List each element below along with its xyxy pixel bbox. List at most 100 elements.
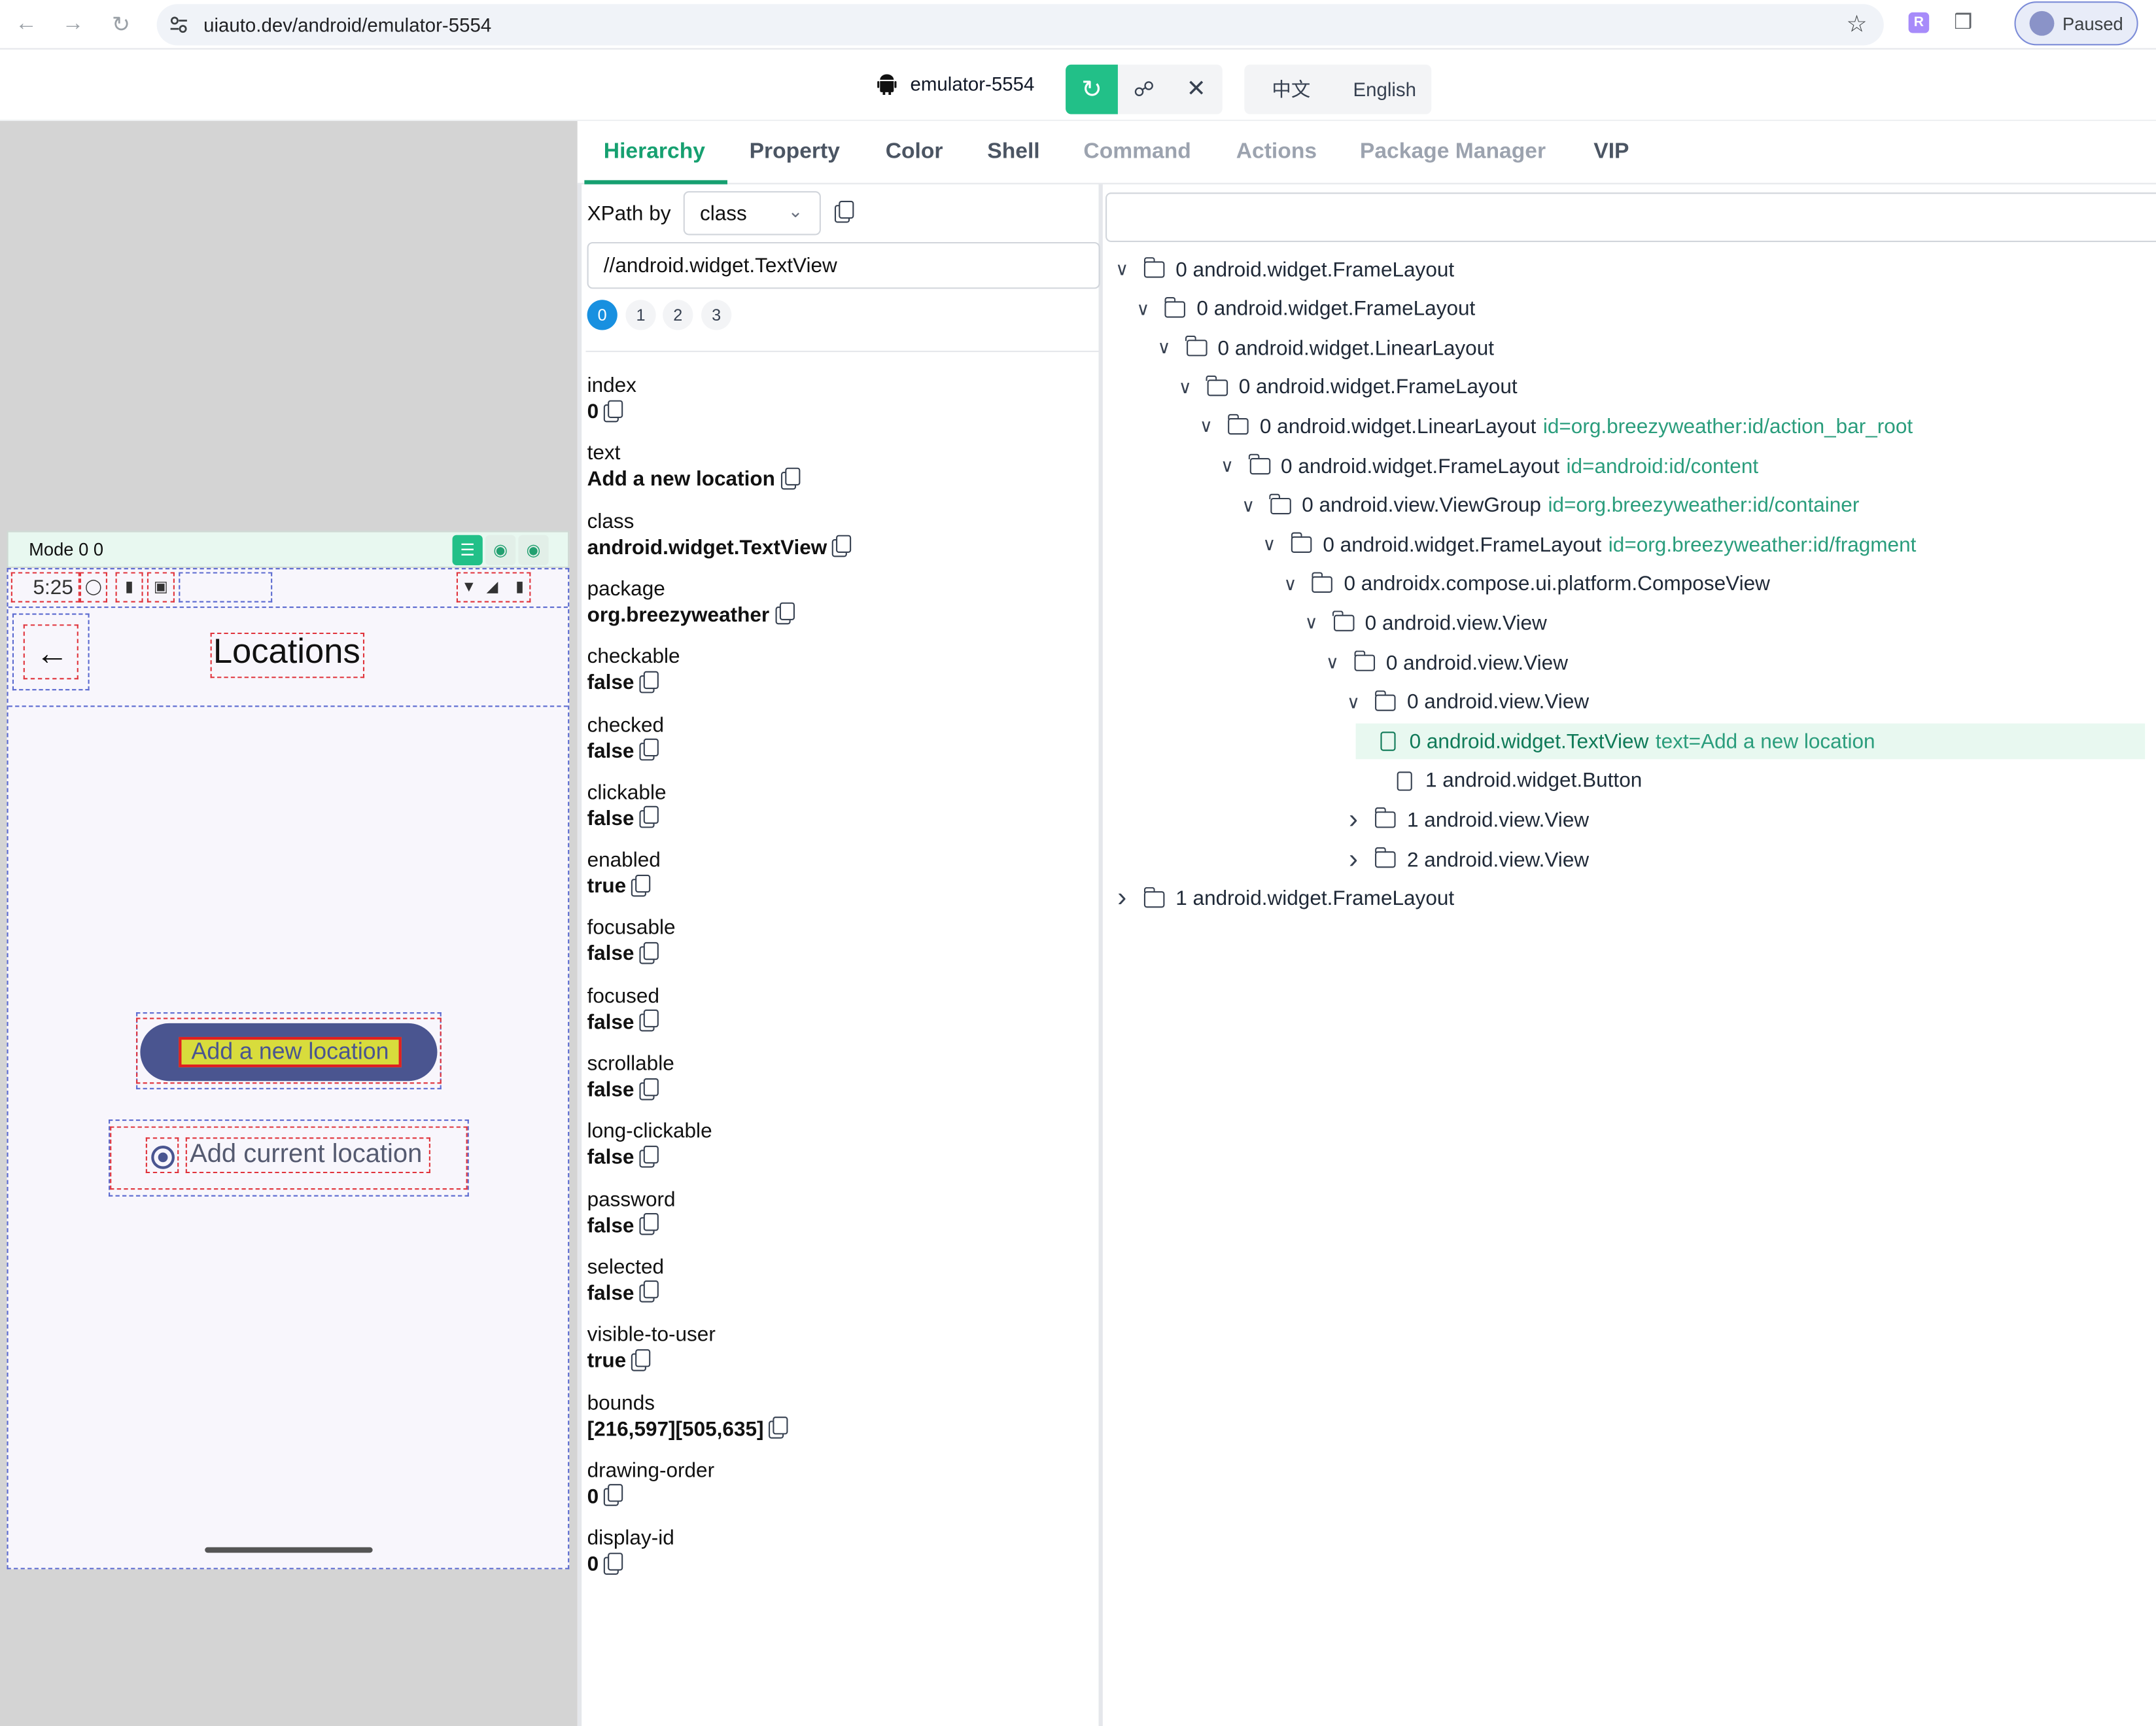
tree-node[interactable]: › 2 android.view.View <box>1342 841 1589 877</box>
tab-package-manager[interactable]: Package Manager <box>1360 140 1546 165</box>
copy-icon[interactable] <box>639 671 659 693</box>
bookmark-star-icon[interactable]: ☆ <box>1847 11 1868 39</box>
device-screen[interactable]: 5:25 ◯ ▮ ▣ ▼ ◢ ▮ ← Locations Add a new l… <box>7 568 570 1570</box>
address-bar[interactable]: uiauto.dev/android/emulator-5554 ☆ <box>156 4 1884 46</box>
xpath-expression: //android.widget.TextView <box>603 254 837 278</box>
tree-node[interactable]: ∨ 0 android.view.ViewGroup id=org.breezywe… <box>1237 487 1859 523</box>
property-item: focusable false <box>587 917 676 969</box>
copy-icon[interactable] <box>774 603 795 625</box>
tab-property[interactable]: Property <box>750 140 840 165</box>
tree-node[interactable]: ∨ 0 android.view.View <box>1342 684 1589 720</box>
list-mode-button[interactable]: ☰ <box>452 535 483 565</box>
copy-icon[interactable] <box>639 1145 659 1168</box>
tree-node[interactable]: ∨ 0 android.widget.LinearLayout <box>1153 330 1494 366</box>
copy-icon[interactable] <box>604 1552 623 1575</box>
chevron-right-icon[interactable]: › <box>1342 804 1365 836</box>
tree-node[interactable]: ∨ 0 android.widget.LinearLayout id=org.bre… <box>1195 409 1913 445</box>
xpath-by-select[interactable]: class ⌄ <box>683 191 821 236</box>
copy-icon[interactable] <box>639 942 659 964</box>
copy-icon[interactable] <box>604 1484 623 1507</box>
screen-back-arrow-icon[interactable]: ← <box>36 635 69 674</box>
disconnect-button[interactable]: ✕ <box>1170 64 1223 114</box>
lang-en-button[interactable]: English <box>1338 79 1431 101</box>
tab-actions[interactable]: Actions <box>1236 140 1317 165</box>
copy-icon[interactable] <box>604 399 623 422</box>
tree-node[interactable]: ∨ 0 android.view.View <box>1321 645 1568 681</box>
chevron-down-icon[interactable]: ∨ <box>1153 337 1175 359</box>
chevron-down-icon[interactable]: ∨ <box>1111 258 1133 281</box>
copy-icon[interactable] <box>639 1280 659 1303</box>
reload-icon[interactable]: ↻ <box>106 10 136 40</box>
tab-vip[interactable]: VIP <box>1593 140 1629 165</box>
chevron-right-icon[interactable]: › <box>1342 844 1365 875</box>
copy-icon[interactable] <box>639 806 659 829</box>
copy-xpath-icon[interactable] <box>834 200 854 223</box>
match-index-1[interactable]: 1 <box>625 300 656 330</box>
tree-node[interactable]: ∨ 0 android.widget.FrameLayout <box>1111 252 1454 288</box>
xpath-label: XPath by <box>587 202 671 226</box>
copy-icon[interactable] <box>639 1078 659 1100</box>
tree-node[interactable]: ∨ 0 android.widget.FrameLayout <box>1132 291 1475 327</box>
chevron-down-icon[interactable]: ∨ <box>1279 573 1302 595</box>
xpath-input[interactable]: //android.widget.TextView <box>587 241 1100 289</box>
copy-icon[interactable] <box>631 874 651 896</box>
chevron-down-icon[interactable]: ∨ <box>1237 495 1259 517</box>
property-value-row: false <box>587 670 680 697</box>
match-index-0[interactable]: 0 <box>587 300 617 330</box>
tab-command[interactable]: Command <box>1083 140 1191 165</box>
match-index-2[interactable]: 2 <box>663 300 693 330</box>
tree-node[interactable]: ∨ 0 androidx.compose.ui.platform.ComposeV… <box>1279 567 1770 603</box>
palette-mode-button[interactable]: ◉ <box>485 535 516 565</box>
copy-icon[interactable] <box>639 1010 659 1032</box>
tree-node[interactable]: 0 android.widget.TextView text=Add a new … <box>1355 724 2146 760</box>
lang-zh-button[interactable]: 中文 <box>1244 76 1338 103</box>
tree-node[interactable]: ∨ 0 android.widget.FrameLayout id=android:… <box>1216 448 1758 484</box>
chevron-down-icon[interactable]: ∨ <box>1174 377 1196 399</box>
chevron-down-icon[interactable]: ∨ <box>1132 298 1155 320</box>
chevron-right-icon[interactable]: › <box>1111 883 1133 915</box>
share-button[interactable]: ☍ <box>1117 64 1170 114</box>
device-selector[interactable]: emulator-5554 <box>877 73 1034 96</box>
extension-r-icon[interactable]: R <box>1908 12 1930 33</box>
folder-icon <box>1353 650 1376 671</box>
copy-icon[interactable] <box>832 535 852 557</box>
property-value-row: android.widget.TextView <box>587 535 852 562</box>
tree-node[interactable]: ∨ 0 android.widget.FrameLayout <box>1174 370 1518 406</box>
back-nav-icon[interactable]: ← <box>11 10 41 40</box>
folder-icon <box>1206 375 1228 396</box>
location-radio-icon[interactable] <box>151 1145 175 1169</box>
tab-shell[interactable]: Shell <box>987 140 1039 165</box>
tab-color[interactable]: Color <box>886 140 943 165</box>
tree-node[interactable]: 1 android.widget.Button <box>1363 763 1642 799</box>
property-item: package org.breezyweather <box>587 578 795 630</box>
refresh-button[interactable]: ↻ <box>1066 64 1118 114</box>
chevron-down-icon[interactable]: ∨ <box>1300 612 1323 635</box>
extensions-puzzle-icon[interactable]: ❒ <box>1954 10 1972 35</box>
tree-node[interactable]: › 1 android.view.View <box>1342 802 1589 838</box>
site-settings-icon[interactable] <box>169 15 188 34</box>
chevron-down-icon[interactable]: ∨ <box>1259 534 1281 556</box>
chevron-down-icon[interactable]: ∨ <box>1342 691 1365 713</box>
tree-node[interactable]: ∨ 0 android.widget.FrameLayout id=org.bree… <box>1259 527 1916 563</box>
copy-icon[interactable] <box>780 467 800 489</box>
copy-icon[interactable] <box>639 1213 659 1235</box>
property-value-row: false <box>587 1280 664 1308</box>
forward-nav-icon[interactable]: → <box>58 10 88 40</box>
tree-node[interactable]: ∨ 0 android.view.View <box>1300 606 1547 642</box>
chevron-down-icon[interactable]: ∨ <box>1321 652 1344 674</box>
chevron-down-icon[interactable]: ∨ <box>1195 416 1217 438</box>
copy-icon[interactable] <box>769 1417 789 1439</box>
copy-icon[interactable] <box>631 1348 651 1371</box>
chevron-down-icon[interactable]: ∨ <box>1216 455 1238 478</box>
tree-node-label: 1 android.widget.FrameLayout <box>1175 887 1455 911</box>
profile-button[interactable]: Paused <box>2014 1 2138 46</box>
add-location-button[interactable]: Add a new location <box>140 1023 438 1082</box>
tree-node[interactable]: › 1 android.widget.FrameLayout <box>1111 881 1454 917</box>
hierarchy-search-input[interactable] <box>1105 192 2156 242</box>
add-current-location-button[interactable]: Add current location <box>190 1140 422 1171</box>
record-mode-button[interactable]: ◉ <box>518 535 549 565</box>
tab-hierarchy[interactable]: Hierarchy <box>604 140 705 165</box>
home-indicator[interactable] <box>205 1547 373 1553</box>
match-index-3[interactable]: 3 <box>701 300 732 330</box>
copy-icon[interactable] <box>639 738 659 761</box>
